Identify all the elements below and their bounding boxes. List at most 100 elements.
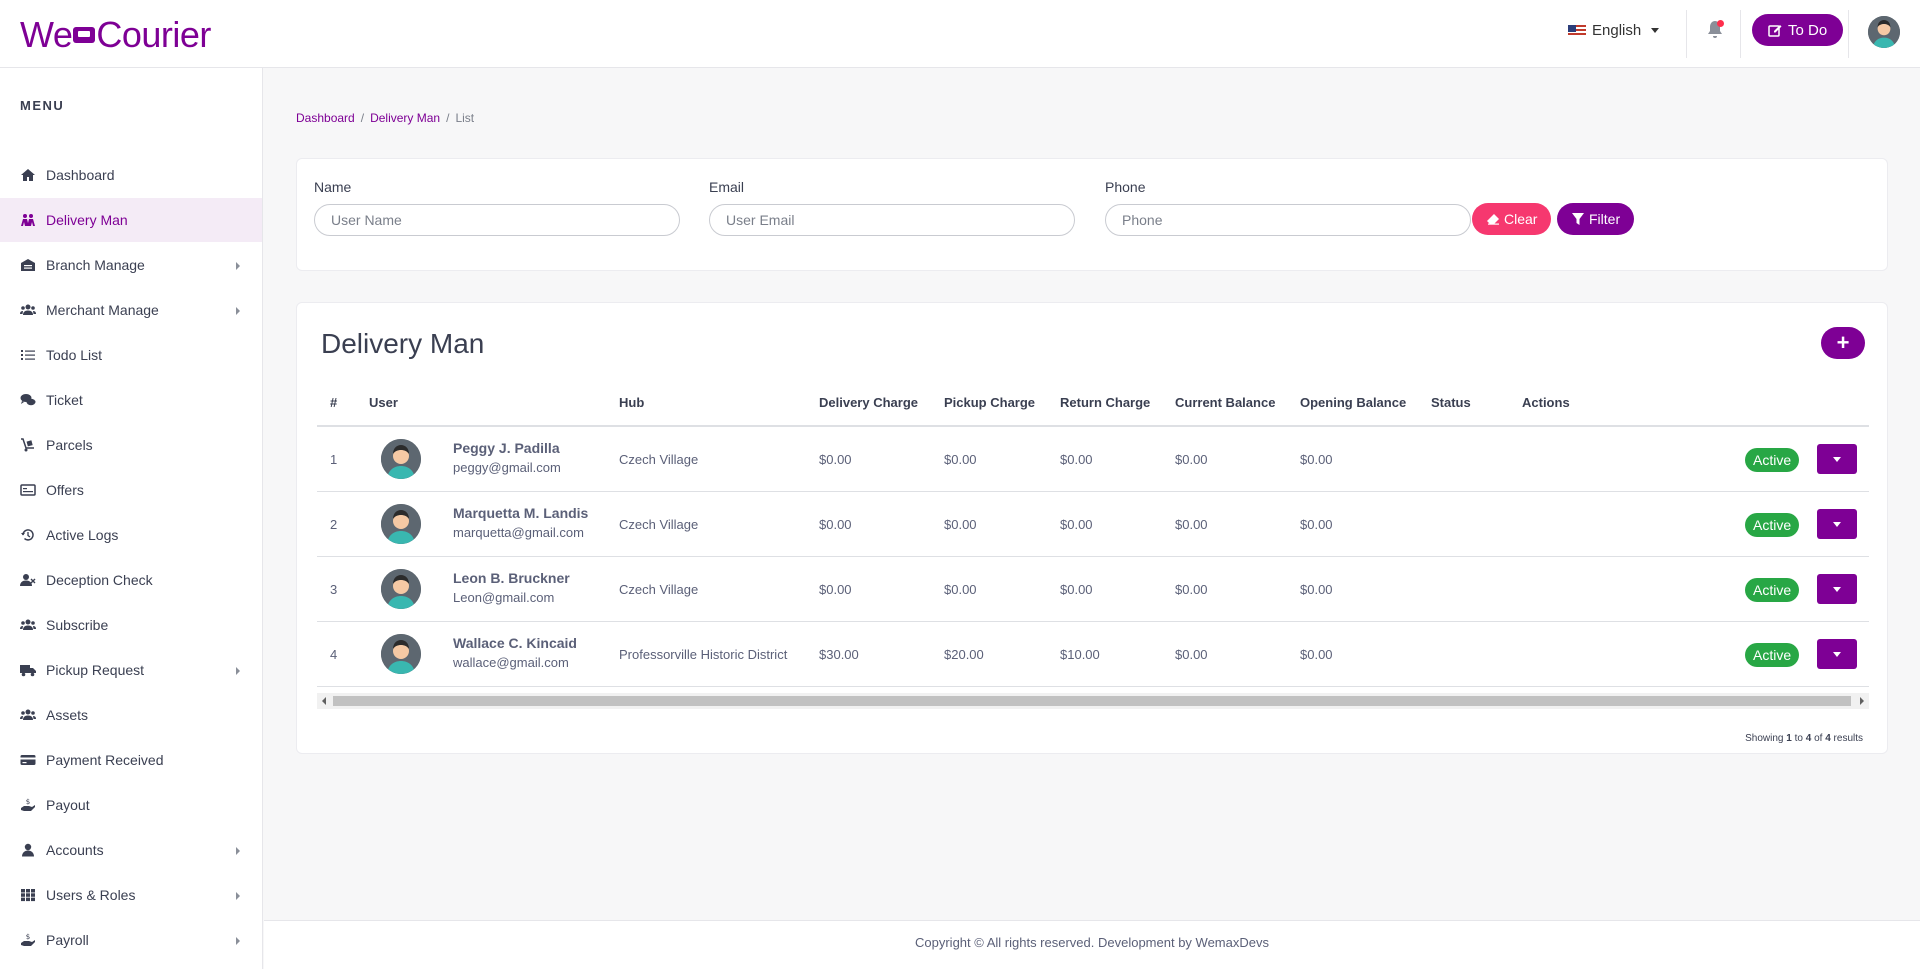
history-icon: [20, 528, 36, 542]
svg-text:$: $: [26, 798, 30, 806]
phone-input[interactable]: [1105, 204, 1471, 236]
user-name[interactable]: Peggy J. Padilla: [453, 440, 560, 456]
cell-current: $0.00: [1175, 452, 1208, 467]
sidebar-item-delivery-man[interactable]: Delivery Man: [0, 198, 262, 242]
cell-opening: $0.00: [1300, 517, 1333, 532]
sidebar-item-offers[interactable]: Offers: [0, 468, 262, 512]
column-header: Status: [1431, 395, 1471, 410]
sidebar-item-label: Deception Check: [46, 572, 153, 588]
scroll-left-icon[interactable]: [322, 697, 326, 705]
cell-return: $0.00: [1060, 517, 1093, 532]
sidebar-item-label: Users & Roles: [46, 887, 136, 903]
dolly-icon: [20, 438, 36, 452]
actions-dropdown-button[interactable]: [1817, 444, 1857, 474]
horizontal-scrollbar[interactable]: [317, 693, 1869, 709]
clear-button[interactable]: Clear: [1472, 203, 1552, 235]
sidebar-item-reports[interactable]: Reports: [0, 963, 262, 969]
user-name[interactable]: Wallace C. Kincaid: [453, 635, 577, 651]
cell-delivery: $0.00: [819, 452, 852, 467]
divider: [1848, 10, 1849, 58]
scrollbar-thumb[interactable]: [333, 696, 1851, 706]
filter-card: Name Email Phone Clear Filter: [296, 158, 1888, 271]
comments-icon: [20, 393, 36, 407]
cell-pickup: $0.00: [944, 582, 977, 597]
cell-hub: Professorville Historic District: [619, 647, 788, 662]
cell-opening: $0.00: [1300, 452, 1333, 467]
scroll-right-icon[interactable]: [1860, 697, 1864, 705]
actions-dropdown-button[interactable]: [1817, 574, 1857, 604]
sidebar-item-label: Offers: [46, 482, 84, 498]
breadcrumb-dashboard[interactable]: Dashboard: [296, 111, 355, 125]
column-header: Return Charge: [1060, 395, 1151, 410]
sidebar-item-deception-check[interactable]: Deception Check: [0, 558, 262, 602]
sidebar-item-payout[interactable]: $ Payout: [0, 783, 262, 827]
actions-dropdown-button[interactable]: [1817, 509, 1857, 539]
sidebar-item-branch-manage[interactable]: Branch Manage: [0, 243, 262, 287]
language-selector[interactable]: English: [1568, 22, 1660, 39]
cell-pickup: $20.00: [944, 647, 984, 662]
sidebar-item-parcels[interactable]: Parcels: [0, 423, 262, 467]
sidebar-item-label: Delivery Man: [46, 212, 128, 228]
grid-icon: [20, 888, 36, 902]
avatar: [381, 504, 421, 544]
phone-field: Phone: [1105, 179, 1471, 236]
sidebar-item-label: Merchant Manage: [46, 302, 159, 318]
cell-opening: $0.00: [1300, 582, 1333, 597]
chevron-right-icon: [236, 892, 240, 900]
user-icon: [20, 843, 36, 857]
user-avatar[interactable]: [1868, 16, 1900, 48]
filter-button[interactable]: Filter: [1557, 203, 1635, 235]
user-email: peggy@gmail.com: [453, 460, 561, 475]
sidebar-item-payment-received[interactable]: Payment Received: [0, 738, 262, 782]
main-content: Dashboard / Delivery Man / List Name Email P…: [264, 68, 1920, 969]
chevron-right-icon: [236, 307, 240, 315]
todo-button[interactable]: To Do: [1752, 14, 1844, 46]
list-title: Delivery Man: [321, 328, 485, 359]
cell-current: $0.00: [1175, 582, 1208, 597]
user-name[interactable]: Marquetta M. Landis: [453, 505, 588, 521]
breadcrumb-delivery-man[interactable]: Delivery Man: [370, 111, 440, 125]
todo-label: To Do: [1788, 21, 1828, 39]
table-row: 2 Czech Village $0.00 $0.00 $0.00 $0.00 $0.00 M…: [317, 492, 1869, 557]
divider: [1686, 10, 1687, 58]
chevron-right-icon: [236, 667, 240, 675]
cell-num: 1: [330, 452, 338, 467]
column-header: Opening Balance: [1300, 395, 1407, 410]
sidebar-item-users-roles[interactable]: Users & Roles: [0, 873, 262, 917]
truck-icon: [73, 27, 96, 43]
actions-dropdown-button[interactable]: [1817, 639, 1857, 669]
name-input[interactable]: [314, 204, 680, 236]
sidebar-item-dashboard[interactable]: Dashboard: [0, 153, 262, 197]
filter-label: Filter: [1589, 211, 1621, 227]
sidebar-item-label: Payment Received: [46, 752, 164, 768]
add-delivery-man-button[interactable]: +: [1821, 327, 1865, 359]
offer-icon: [20, 483, 36, 497]
sidebar-item-merchant-manage[interactable]: Merchant Manage: [0, 288, 262, 332]
user-email: Leon@gmail.com: [453, 590, 555, 605]
top-navbar: We Courier English To Do: [0, 0, 1920, 68]
sidebar-item-label: Parcels: [46, 437, 93, 453]
sidebar-item-todo-list[interactable]: Todo List: [0, 333, 262, 377]
brand-logo[interactable]: We Courier: [20, 14, 211, 56]
cell-num: 4: [330, 647, 338, 662]
email-field: Email: [709, 179, 1075, 236]
sidebar-item-label: Ticket: [46, 392, 83, 408]
email-input[interactable]: [709, 204, 1075, 236]
user-name[interactable]: Leon B. Bruckner: [453, 570, 570, 586]
filter-icon: [1572, 213, 1584, 225]
notification-bell-icon[interactable]: [1706, 20, 1724, 40]
status-badge: Active: [1745, 448, 1800, 472]
sidebar-item-pickup-request[interactable]: Pickup Request: [0, 648, 262, 692]
sidebar-item-active-logs[interactable]: Active Logs: [0, 513, 262, 557]
sidebar-item-accounts[interactable]: Accounts: [0, 828, 262, 872]
sidebar-item-payroll[interactable]: $ Payroll: [0, 918, 262, 962]
breadcrumb-sep: /: [446, 111, 450, 125]
sidebar-item-assets[interactable]: Assets: [0, 693, 262, 737]
sidebar-item-subscribe[interactable]: Subscribe: [0, 603, 262, 647]
status-badge: Active: [1745, 643, 1800, 667]
home-icon: [20, 168, 36, 182]
sidebar-item-ticket[interactable]: Ticket: [0, 378, 262, 422]
column-header: #: [330, 395, 338, 410]
cell-opening: $0.00: [1300, 647, 1333, 662]
sidebar-item-label: Payroll: [46, 932, 89, 948]
